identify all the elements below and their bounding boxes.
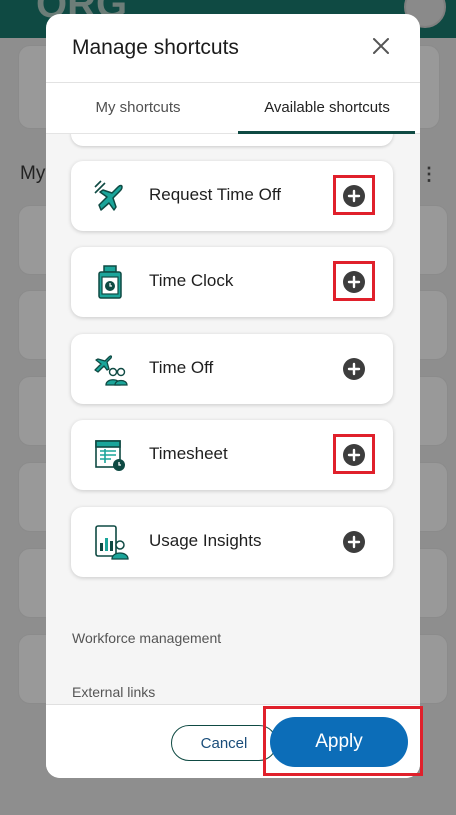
- list-item: [71, 134, 393, 146]
- tab-my-shortcuts[interactable]: My shortcuts: [68, 83, 208, 133]
- apply-button[interactable]: Apply: [270, 717, 408, 767]
- section-workforce-management[interactable]: Workforce management: [72, 630, 221, 646]
- tab-available-shortcuts[interactable]: Available shortcuts: [238, 83, 416, 133]
- usage-insights-icon: [91, 523, 129, 561]
- add-circle-icon[interactable]: [343, 358, 365, 380]
- add-circle-icon[interactable]: [343, 185, 365, 207]
- airplane-icon: [91, 177, 129, 215]
- shortcut-timesheet: Timesheet: [71, 420, 393, 490]
- section-external-links[interactable]: External links: [72, 684, 155, 700]
- manage-shortcuts-dialog: Manage shortcuts My shortcuts Available …: [46, 14, 420, 778]
- more-options-icon: ⋮: [420, 164, 438, 184]
- shortcut-label: Time Clock: [149, 271, 234, 290]
- shortcut-label: Request Time Off: [149, 185, 281, 204]
- background-section-label: My: [20, 163, 46, 184]
- shortcut-list[interactable]: Request Time Off Time Clock Time Off Tim…: [46, 134, 420, 704]
- cancel-button[interactable]: Cancel: [171, 725, 277, 761]
- timesheet-icon: [91, 436, 129, 474]
- shortcut-label: Usage Insights: [149, 531, 262, 550]
- shortcut-time-off: Time Off: [71, 334, 393, 404]
- dialog-header: Manage shortcuts: [46, 14, 420, 83]
- add-circle-icon[interactable]: [343, 531, 365, 553]
- shortcut-tabs: My shortcuts Available shortcuts: [46, 83, 420, 134]
- add-circle-icon[interactable]: [343, 444, 365, 466]
- time-off-icon: [91, 350, 129, 388]
- time-clock-icon: [91, 263, 129, 301]
- add-circle-icon[interactable]: [343, 271, 365, 293]
- close-icon[interactable]: [369, 34, 393, 58]
- dialog-title: Manage shortcuts: [72, 36, 239, 59]
- shortcut-usage-insights: Usage Insights: [71, 507, 393, 577]
- shortcut-label: Time Off: [149, 358, 214, 377]
- shortcut-request-time-off: Request Time Off: [71, 161, 393, 231]
- shortcut-label: Timesheet: [149, 444, 228, 463]
- dialog-footer: Cancel Apply: [46, 704, 420, 778]
- shortcut-time-clock: Time Clock: [71, 247, 393, 317]
